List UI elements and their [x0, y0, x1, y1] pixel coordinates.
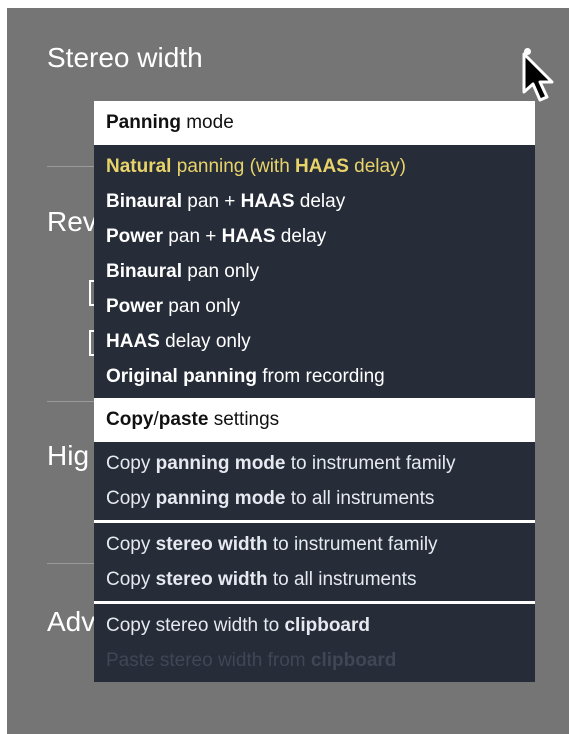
menu-item-power-haas[interactable]: Power pan + HAAS delay: [94, 219, 535, 254]
menu-item-copy-panning-family[interactable]: Copy panning mode to instrument family: [94, 446, 535, 481]
menu-item-copy-width-family[interactable]: Copy stereo width to instrument family: [94, 527, 535, 562]
menu-item-binaural-haas[interactable]: Binaural pan + HAAS delay: [94, 184, 535, 219]
reverb-label: Rev: [47, 206, 97, 237]
menu-item-haas-only[interactable]: HAAS delay only: [94, 324, 535, 359]
menu-item-copy-panning-all[interactable]: Copy panning mode to all instruments: [94, 481, 535, 516]
menu-item-paste-from-clipboard: Paste stereo width from clipboard: [106, 650, 397, 671]
panel-title: Stereo width: [47, 42, 203, 73]
mouse-pointer-icon: [522, 52, 554, 102]
menu-item-copy-to-clipboard[interactable]: Copy stereo width to clipboard: [94, 608, 535, 643]
menu-item-power-only[interactable]: Power pan only: [94, 289, 535, 324]
menu-item-original-panning[interactable]: Original panning from recording: [94, 359, 535, 394]
menu-item-binaural-only[interactable]: Binaural pan only: [94, 254, 535, 289]
copy-paste-header: Copy/paste settings: [94, 398, 535, 442]
menu-item-copy-width-all[interactable]: Copy stereo width to all instruments: [94, 562, 535, 597]
advanced-label: Adv: [47, 606, 96, 637]
context-menu: Panning mode Natural panning (with HAAS …: [94, 101, 535, 682]
panning-mode-header: Panning mode: [94, 101, 535, 145]
high-label: Hig: [47, 440, 90, 471]
menu-item-natural-panning[interactable]: Natural panning (with HAAS delay): [94, 149, 535, 184]
